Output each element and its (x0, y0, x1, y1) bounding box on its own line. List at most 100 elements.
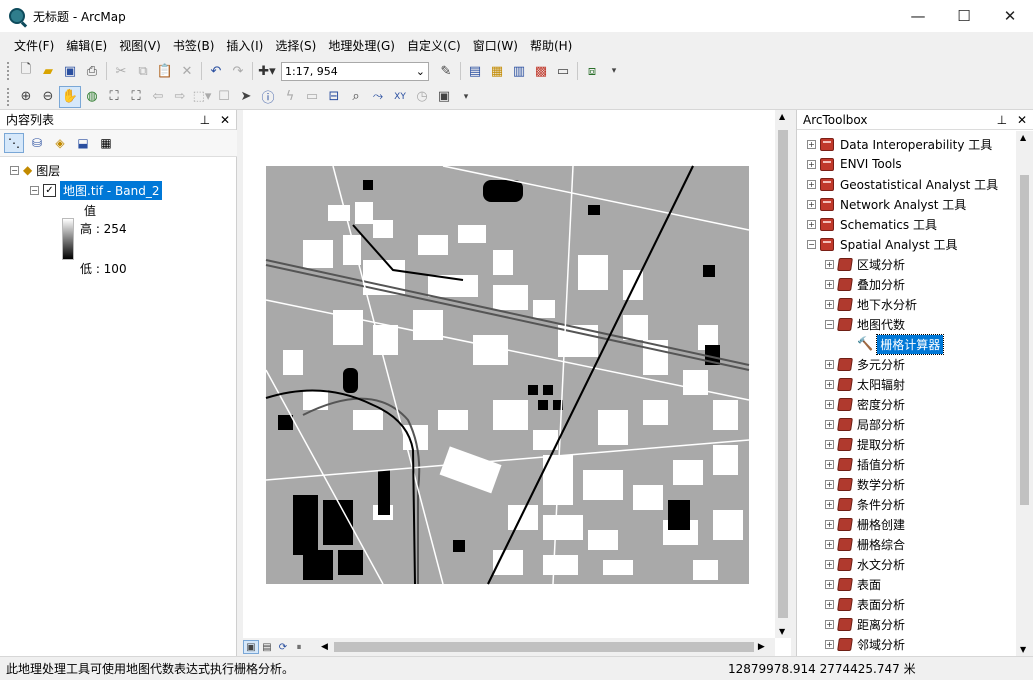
html-popup-icon[interactable]: ▭ (301, 86, 323, 108)
toolset-raster-creation[interactable]: + 栅格创建 (825, 514, 905, 534)
editor-toolbar-icon[interactable]: ✎ (435, 60, 457, 82)
list-by-drawing-order-icon[interactable]: ⋱ (4, 133, 24, 153)
list-by-source-icon[interactable]: ⛁ (27, 133, 47, 153)
toolset-envi-tools[interactable]: + ENVI Tools (807, 154, 902, 174)
toolset-overlay[interactable]: + 叠加分析 (825, 274, 905, 294)
forward-extent-icon[interactable]: ⇨ (169, 86, 191, 108)
hyperlink-icon[interactable]: ϟ (279, 86, 301, 108)
menu-view[interactable]: 视图(V) (113, 37, 167, 54)
expand-icon[interactable]: + (825, 579, 834, 589)
layer-name-label[interactable]: 地图.tif - Band_2 (60, 180, 163, 200)
toolset-geostatistical-analyst[interactable]: + Geostatistical Analyst 工具 (807, 174, 998, 194)
chevron-down-icon[interactable]: ⌄ (416, 65, 425, 78)
toolset-generalization[interactable]: + 栅格综合 (825, 534, 905, 554)
toolbox-vscroll-thumb[interactable] (1020, 175, 1029, 505)
viewer-window-icon[interactable]: ▣ (433, 86, 455, 108)
identify-icon[interactable]: ⓘ (257, 86, 279, 108)
map-vscroll-thumb[interactable] (778, 130, 788, 618)
toolset-density[interactable]: + 密度分析 (825, 394, 905, 414)
python-window-icon[interactable]: ▭ (552, 60, 574, 82)
toolset-surface[interactable]: + 表面 (825, 574, 881, 594)
redo-icon[interactable]: ↷ (227, 60, 249, 82)
fixed-zoom-in-icon[interactable]: ⛶ (103, 86, 125, 108)
back-extent-icon[interactable]: ⇦ (147, 86, 169, 108)
scroll-left-icon[interactable]: ◀ (321, 642, 328, 652)
fixed-zoom-out-icon[interactable]: ⛶ (125, 86, 147, 108)
expand-icon[interactable]: + (825, 479, 834, 489)
expand-icon[interactable]: + (825, 399, 834, 409)
expand-icon[interactable]: + (825, 559, 834, 569)
data-view-icon[interactable]: ▣ (243, 640, 259, 654)
toolset-groundwater[interactable]: + 地下水分析 (825, 294, 917, 314)
maximize-button[interactable]: ☐ (941, 0, 987, 32)
table-of-contents-icon[interactable]: ▤ (464, 60, 486, 82)
expand-icon[interactable]: + (825, 639, 834, 649)
map-scale-combo[interactable]: 1:17, 954 ⌄ (281, 61, 429, 81)
toolset-neighborhood[interactable]: + 邻域分析 (825, 634, 905, 654)
list-by-selection-icon[interactable]: ⬓ (73, 133, 93, 153)
tool-label[interactable]: 栅格计算器 (876, 333, 945, 355)
collapse-icon[interactable]: − (825, 319, 834, 329)
toc-options-icon[interactable]: ▦ (96, 133, 116, 153)
time-slider-icon[interactable]: ◷ (411, 86, 433, 108)
zoom-out-icon[interactable]: ⊖ (37, 86, 59, 108)
expand-icon[interactable]: + (825, 359, 834, 369)
menu-file[interactable]: 文件(F) (8, 37, 60, 54)
list-by-visibility-icon[interactable]: ◈ (50, 133, 70, 153)
tool-raster-calculator[interactable]: 🔨 栅格计算器 (857, 333, 945, 355)
toolset-map-algebra[interactable]: − 地图代数 (825, 314, 905, 334)
expand-icon[interactable]: + (807, 219, 816, 229)
toolset-distance[interactable]: + 距离分析 (825, 614, 905, 634)
map-canvas[interactable] (243, 110, 791, 656)
model-builder-icon[interactable]: ⧈ (581, 60, 603, 82)
paste-icon[interactable]: 📋 (154, 60, 176, 82)
pin-icon[interactable]: ⊥ (200, 113, 210, 127)
refresh-icon[interactable]: ⟳ (275, 640, 291, 654)
toolbar-grip[interactable] (7, 62, 10, 80)
toolset-extraction[interactable]: + 提取分析 (825, 434, 905, 454)
find-route-icon[interactable]: ⤳ (367, 86, 389, 108)
expand-icon[interactable]: + (825, 539, 834, 549)
arctoolbox-close-icon[interactable]: ✕ (1017, 113, 1027, 127)
toolset-surface-analysis[interactable]: + 表面分析 (825, 594, 905, 614)
arctoolbox-icon[interactable]: ▩ (530, 60, 552, 82)
add-data-icon[interactable]: ✚▾ (256, 60, 278, 82)
go-to-xy-icon[interactable]: XY (389, 86, 411, 108)
menu-customize[interactable]: 自定义(C) (401, 37, 467, 54)
toolset-network-analyst[interactable]: + Network Analyst 工具 (807, 194, 966, 214)
menu-windows[interactable]: 窗口(W) (467, 37, 524, 54)
pause-drawing-icon[interactable]: ⏸ (291, 640, 307, 654)
expand-icon[interactable]: + (825, 459, 834, 469)
expand-icon[interactable]: + (825, 439, 834, 449)
menu-selection[interactable]: 选择(S) (269, 37, 322, 54)
collapse-icon[interactable]: − (10, 165, 19, 175)
scroll-right-icon[interactable]: ▶ (758, 642, 765, 652)
menu-help[interactable]: 帮助(H) (524, 37, 578, 54)
clear-selection-icon[interactable]: ☐ (213, 86, 235, 108)
layer-visibility-checkbox[interactable]: ✓ (43, 183, 56, 197)
close-button[interactable]: ✕ (987, 0, 1033, 32)
toolset-hydrology[interactable]: + 水文分析 (825, 554, 905, 574)
full-extent-globe-icon[interactable]: ◍ (81, 86, 103, 108)
toolset-local[interactable]: + 局部分析 (825, 414, 905, 434)
pan-hand-icon[interactable]: ✋ (59, 85, 81, 108)
zoom-in-icon[interactable]: ⊕ (15, 86, 37, 108)
toolset-multivariate[interactable]: + 多元分析 (825, 354, 905, 374)
toc-close-icon[interactable]: ✕ (220, 113, 230, 127)
delete-icon[interactable]: ✕ (176, 60, 198, 82)
expand-icon[interactable]: + (825, 619, 834, 629)
find-binoculars-icon[interactable]: ⌕ (345, 86, 367, 108)
toolset-interpolation[interactable]: + 插值分析 (825, 454, 905, 474)
menu-bookmarks[interactable]: 书签(B) (167, 37, 221, 54)
cut-icon[interactable]: ✂ (110, 60, 132, 82)
collapse-icon[interactable]: − (30, 185, 39, 195)
save-icon[interactable]: ▣ (59, 60, 81, 82)
expand-icon[interactable]: + (825, 279, 834, 289)
menu-edit[interactable]: 编辑(E) (60, 37, 113, 54)
layout-view-icon[interactable]: ▤ (259, 640, 275, 654)
toolset-zonal[interactable]: + 区域分析 (825, 254, 905, 274)
toolbar-options-icon[interactable]: ▾ (603, 60, 625, 82)
expand-icon[interactable]: + (825, 599, 834, 609)
minimize-button[interactable]: — (895, 0, 941, 32)
layer-row[interactable]: − ✓ 地图.tif - Band_2 (30, 180, 163, 200)
